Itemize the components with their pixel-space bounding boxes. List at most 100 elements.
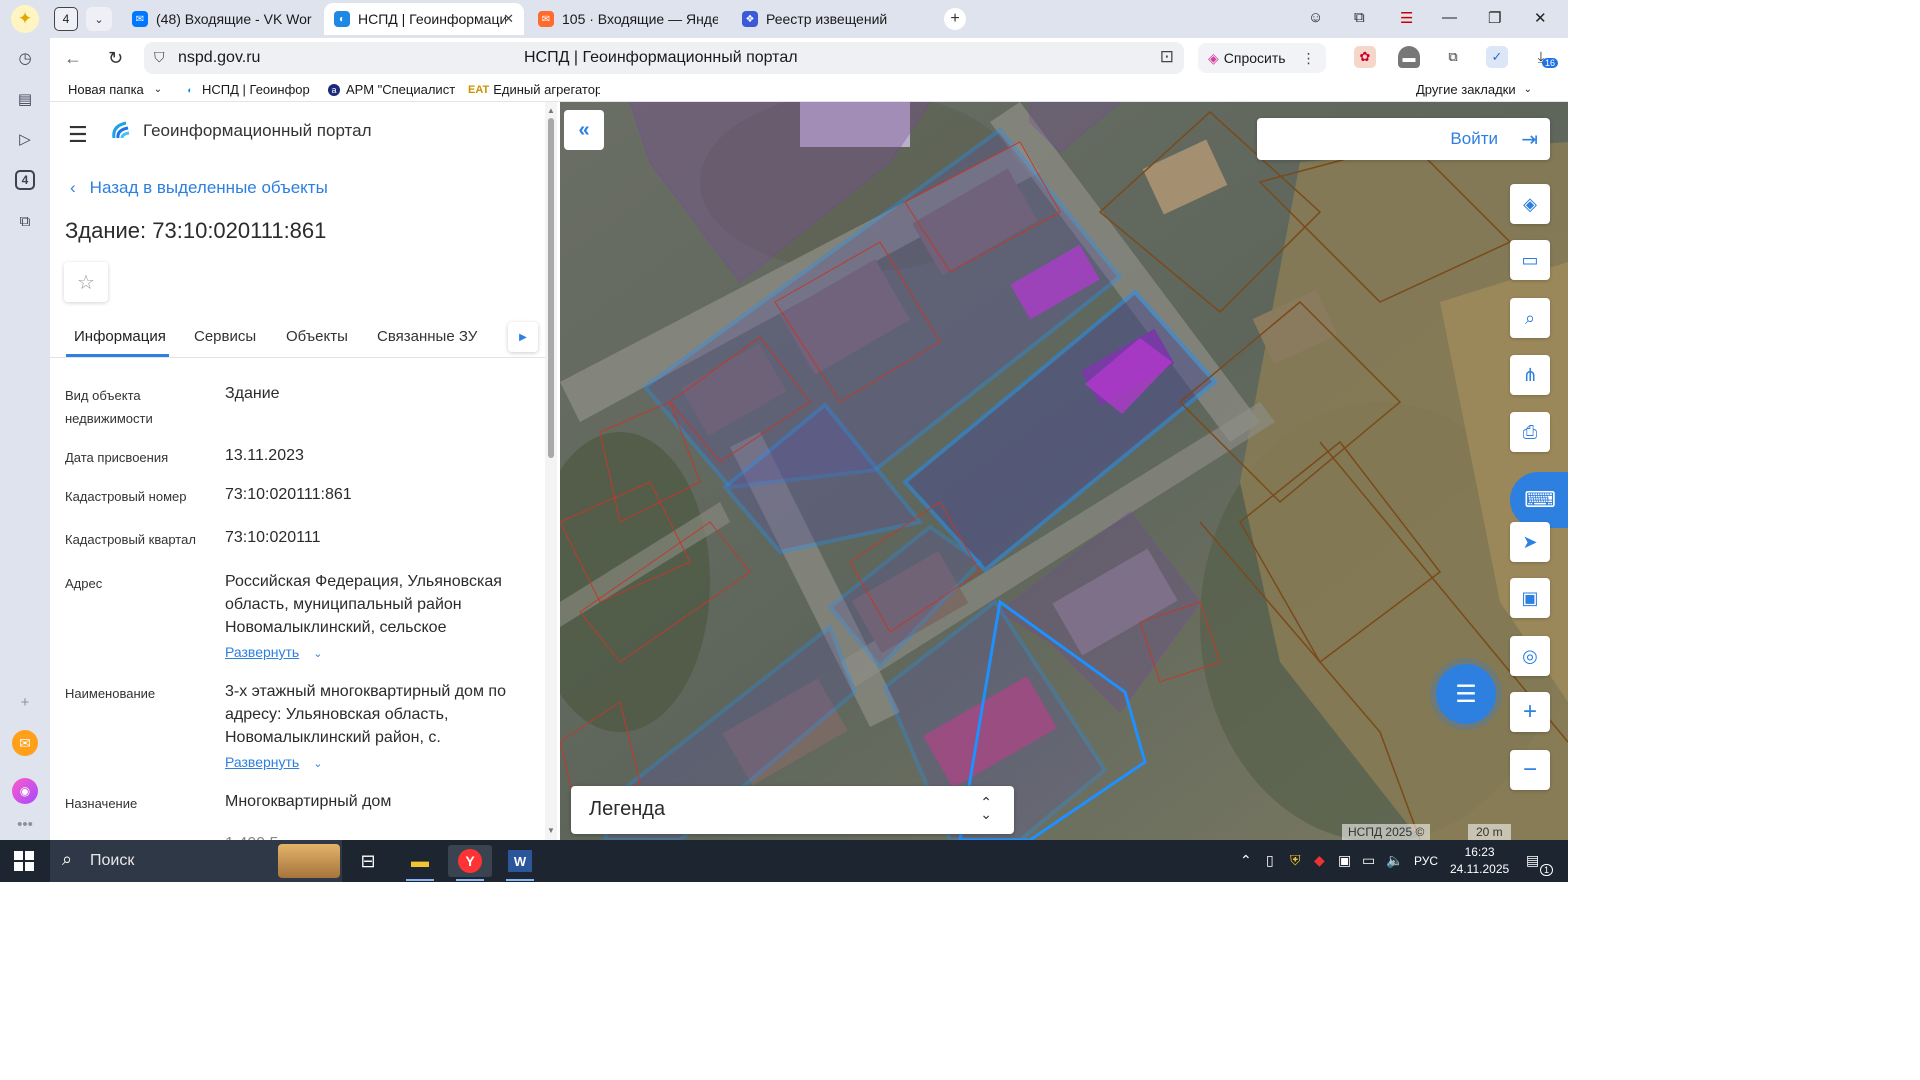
tray-expand-icon[interactable]: ⌃ <box>1240 852 1252 869</box>
favorite-star-icon[interactable]: ☆ <box>64 262 108 302</box>
usb-icon[interactable]: ▯ <box>1266 852 1274 869</box>
zoom-out-icon[interactable]: − <box>1510 750 1550 790</box>
login-button[interactable]: Войти ⇥ <box>1257 118 1550 160</box>
hamburger-menu-icon[interactable]: ☰ <box>68 122 88 148</box>
alice-star-icon[interactable]: ✦ <box>11 5 39 33</box>
clock[interactable]: 16:23 24.11.2025 <box>1450 844 1509 878</box>
meet-icon[interactable]: ▣ <box>1338 852 1351 869</box>
area-search-icon[interactable]: ⌕ <box>1510 298 1550 338</box>
map-view[interactable]: « Войти ⇥ ◈ ▭ ⌕ ⋔ ⎙ ⌨ ➤ ▣ ◎ ☰ + − Легенд… <box>560 102 1568 840</box>
tab-count-icon[interactable]: 4 <box>15 170 35 190</box>
tab-information[interactable]: Информация <box>74 328 166 345</box>
chevron-down-icon[interactable]: ⌄ <box>86 7 112 31</box>
scroll-up-icon[interactable]: ▲ <box>547 106 555 115</box>
close-icon[interactable]: ✕ <box>503 11 514 27</box>
tab-services[interactable]: Сервисы <box>194 328 256 345</box>
active-tab-indicator <box>66 354 169 357</box>
taskbar-search[interactable]: ⌕ Поиск <box>50 840 342 882</box>
collapse-panel-icon[interactable]: « <box>564 110 604 150</box>
extension-hat-icon[interactable]: ▬ <box>1398 46 1420 68</box>
tab-yandex-mail[interactable]: ✉ 105 · Входящие — Яндекс <box>528 3 728 35</box>
url-host: nspd.gov.ru <box>178 49 261 66</box>
extension-cards-icon[interactable]: ⧉ <box>1442 46 1464 68</box>
word-icon[interactable]: W <box>498 845 542 881</box>
tab-nspd[interactable]: ◐ НСПД | Геоинформаци ✕ <box>324 3 524 35</box>
tab-counter[interactable]: 4 <box>54 7 78 31</box>
collections-tab-icon[interactable]: ⧉ <box>1354 9 1365 26</box>
volume-icon[interactable]: 🔈 <box>1386 852 1403 869</box>
legend-bar[interactable]: Легенда ⌃ ⌄ <box>571 786 1014 834</box>
value-cadastral-quarter: 73:10:020111 <box>225 529 321 546</box>
protect-icon[interactable]: ☺ <box>1308 9 1323 26</box>
label-assign-date: Дата присвоения <box>65 450 169 465</box>
zoom-in-icon[interactable]: + <box>1510 692 1550 732</box>
tab-objects[interactable]: Объекты <box>286 328 348 345</box>
video-icon[interactable]: ▷ <box>11 125 39 153</box>
more-icon[interactable]: ••• <box>11 810 39 838</box>
print-icon[interactable]: ⎙ <box>1510 412 1550 452</box>
tab-vk-workmail[interactable]: ✉ (48) Входящие - VK WorkM <box>122 3 322 35</box>
tab-registry[interactable]: ❖ Реестр извещений <box>732 3 932 35</box>
restore-icon[interactable]: ❐ <box>1488 9 1501 27</box>
shield-icon[interactable]: ⛉ <box>154 49 165 66</box>
value-object-type: Здание <box>225 385 280 402</box>
geolocation-icon[interactable]: ◎ <box>1510 636 1550 676</box>
scroll-down-icon[interactable]: ▼ <box>547 826 555 835</box>
new-tab-icon[interactable]: + <box>944 8 966 30</box>
extension-check-icon[interactable]: ✓ <box>1486 46 1508 68</box>
scroll-thumb[interactable] <box>548 118 554 458</box>
alice-icon[interactable]: ◉ <box>12 778 38 804</box>
yandex-mail-icon: ✉ <box>538 11 554 27</box>
bookmark-nspd[interactable]: ◐ НСПД | Геоинфор <box>184 82 314 97</box>
bookmark-folder[interactable]: Новая папка ⌄ <box>68 82 168 97</box>
ask-button[interactable]: ◈ Спросить ⋮ <box>1198 43 1326 73</box>
history-icon[interactable]: ◷ <box>11 44 39 72</box>
layers-icon[interactable]: ◈ <box>1510 184 1550 224</box>
basemap-icon[interactable]: ▣ <box>1510 578 1550 618</box>
collections-icon[interactable]: ▤ <box>11 85 39 113</box>
bookmark-arm[interactable]: a АРМ "Специалист <box>328 82 458 97</box>
language-indicator[interactable]: РУС <box>1414 854 1438 868</box>
map-canvas[interactable] <box>560 102 1568 840</box>
screenshot-icon[interactable]: ⧉ <box>11 207 39 235</box>
panel-scrollbar[interactable]: ▲ ▼ <box>545 102 557 840</box>
add-panel-icon[interactable]: + <box>11 688 39 716</box>
chat-panel-icon[interactable]: ⌨ <box>1510 472 1568 528</box>
bookmark-aggregator[interactable]: EAT Единый агрегатор <box>468 82 600 97</box>
expand-name-link[interactable]: Развернуть ⌄ <box>225 754 322 770</box>
task-view-icon[interactable]: ⊟ <box>346 845 390 877</box>
menu-icon[interactable]: ☰ <box>1400 9 1413 27</box>
url-field[interactable]: ⛉ nspd.gov.ru НСПД | Геоинформационный п… <box>144 42 1184 74</box>
yandex-browser-icon[interactable]: Y <box>448 845 492 881</box>
other-bookmarks[interactable]: Другие закладки ⌄ <box>1416 82 1532 97</box>
back-to-selection-link[interactable]: ‹ Назад в выделенные объекты <box>70 178 328 198</box>
close-window-icon[interactable]: ✕ <box>1534 9 1547 27</box>
security-icon[interactable]: ⛨ <box>1290 852 1301 869</box>
login-icon: ⇥ <box>1521 129 1538 151</box>
navigate-icon[interactable]: ➤ <box>1510 522 1550 562</box>
expand-collapse-icon[interactable]: ⌃ ⌄ <box>980 795 992 821</box>
reload-icon[interactable]: ↻ <box>108 48 123 69</box>
chevron-down-icon: ⌄ <box>313 758 323 770</box>
arm-icon: a <box>328 83 340 96</box>
map-scale: 20 m <box>1468 824 1511 840</box>
ruler-icon[interactable]: ▭ <box>1510 240 1550 280</box>
minimize-icon[interactable]: — <box>1442 9 1457 26</box>
windows-start-icon[interactable] <box>14 851 34 871</box>
bookmark-icon[interactable]: ⊡ <box>1160 47 1174 67</box>
mail-icon[interactable]: ✉ <box>12 730 38 756</box>
back-arrow-icon[interactable]: ← <box>64 48 82 69</box>
network-icon[interactable]: ▭ <box>1362 852 1375 869</box>
tab-linked-parcels[interactable]: Связанные ЗУ <box>377 328 477 345</box>
support-chat-icon[interactable]: ☰ <box>1436 664 1496 724</box>
expand-address-link[interactable]: Развернуть ⌄ <box>225 644 322 660</box>
notifications-icon[interactable]: ▤ <box>1526 852 1539 869</box>
file-explorer-icon[interactable]: ▬ <box>398 845 442 881</box>
portal-logo-icon <box>112 121 130 139</box>
extension-icon[interactable]: ✿ <box>1354 46 1376 68</box>
tabs-scroll-right-icon[interactable]: ▶ <box>508 322 538 352</box>
more-vertical-icon[interactable]: ⋮ <box>1302 50 1316 67</box>
screen: ✦ ◷ ▤ ▷ 4 ⧉ + ✉ ◉ ••• 4 ⌄ ✉ (48) Входящи… <box>0 0 1568 882</box>
antivirus-icon[interactable]: ◆ <box>1314 852 1325 869</box>
share-icon[interactable]: ⋔ <box>1510 355 1550 395</box>
